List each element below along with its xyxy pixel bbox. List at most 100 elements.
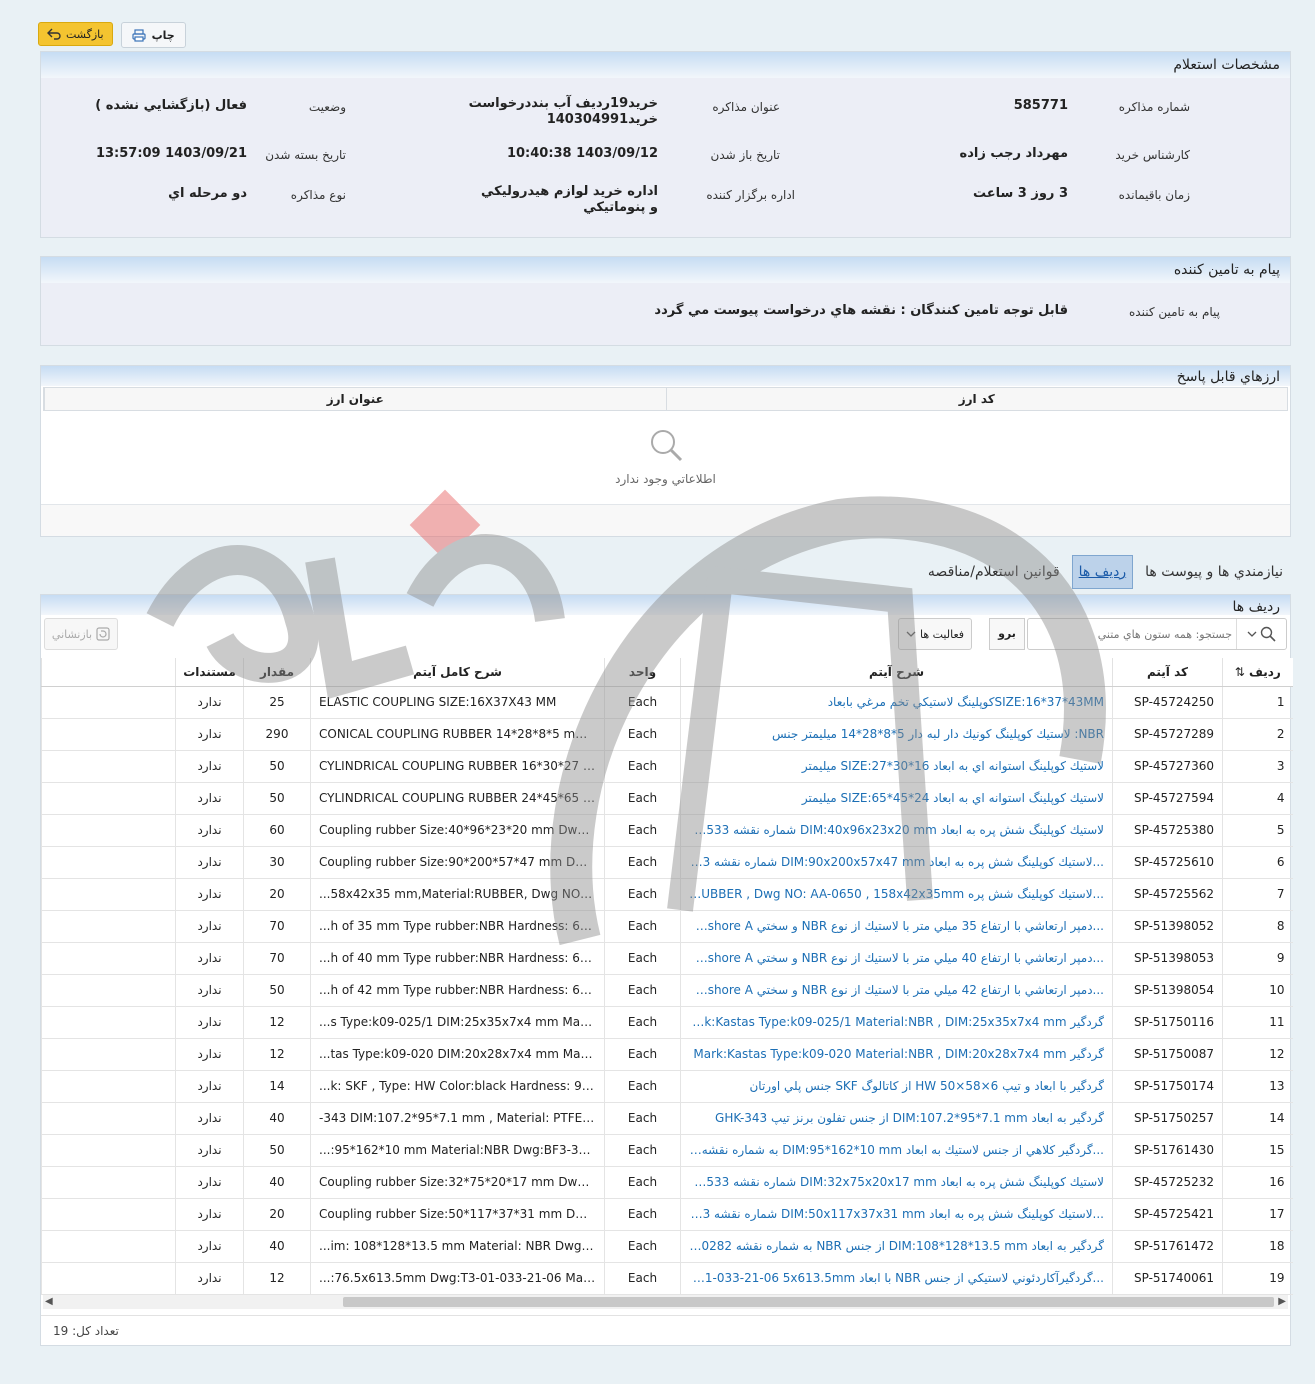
col-header-qty[interactable]: مقدار xyxy=(243,658,311,687)
col-header-row[interactable]: رديف ⇅ xyxy=(1222,658,1293,687)
item-description-link[interactable]: ...دمپر ارتعاشي با ارتفاع 40 ميلي متر با… xyxy=(680,942,1113,975)
back-button[interactable]: بازگشت xyxy=(38,22,113,46)
row-number: 1 xyxy=(1222,686,1293,719)
row-number: 13 xyxy=(1222,1070,1293,1103)
actions-button[interactable]: فعاليت ها xyxy=(898,618,972,650)
scroll-right-icon[interactable]: ▶ xyxy=(1278,1295,1286,1309)
item-description-link[interactable]: ...گردگيرآکاردئوني لاستيکي از جنس NBR با… xyxy=(680,1262,1113,1295)
col-header-code[interactable]: کد آيتم xyxy=(1112,658,1223,687)
item-description-link[interactable]: ...لاستيك كوپلينگ شش پره به ابعاد DIM:90… xyxy=(680,846,1113,879)
table-row[interactable]: 10 SP-51398054 ...دمپر ارتعاشي با ارتفاع 4… xyxy=(41,974,1293,1007)
item-documents: ندارد xyxy=(175,1166,244,1199)
table-row[interactable]: 19 SP-51740061 ...گردگيرآکاردئوني لاستيکي … xyxy=(41,1262,1293,1295)
items-search-input[interactable]: جستجو: همه ستون هاي متني xyxy=(1098,628,1236,641)
item-description-link[interactable]: ...لاستيك كوپلينگ شش پره Material:RUBBER… xyxy=(680,878,1113,911)
go-button[interactable]: برو xyxy=(989,618,1025,650)
tab-needs-attachments[interactable]: نيازمندي ها و پيوست ها xyxy=(1137,558,1291,586)
scroll-left-icon[interactable]: ◀ xyxy=(45,1295,53,1309)
item-description-link[interactable]: لاستيك كوپلينگ شش پره به ابعاد DIM:40x96… xyxy=(680,814,1113,847)
table-row[interactable]: 13 SP-51750174 گردگير با ابعاد و تيپ 6×58×… xyxy=(41,1070,1293,1103)
negotiation-number-value: 585771 xyxy=(1013,98,1068,113)
item-description-link[interactable]: ...لاستيك كوپلينگ شش پره به ابعاد DIM:50… xyxy=(680,1198,1113,1231)
items-search-box[interactable]: جستجو: همه ستون هاي متني xyxy=(1027,618,1287,650)
col-header-full-desc[interactable]: شرح کامل آيتم xyxy=(310,658,605,687)
item-description-link[interactable]: گردگير به ابعاد DIM:107.2*95*7.1 mm از ج… xyxy=(680,1102,1113,1135)
remaining-time-value: 3 روز 3 ساعت xyxy=(972,186,1068,201)
currency-code-header[interactable]: کد ارز xyxy=(665,388,1288,410)
item-documents: ندارد xyxy=(175,1198,244,1231)
item-code: SP-51398053 xyxy=(1112,942,1223,975)
item-unit: Each xyxy=(604,1070,681,1103)
tab-rules[interactable]: قوانين استعلام/مناقصه xyxy=(920,558,1068,586)
table-row[interactable]: 12 SP-51750087 گردگير Mark:Kastas Type:k09… xyxy=(41,1038,1293,1071)
item-quantity: 30 xyxy=(243,846,311,879)
restore-label: بازنشاني xyxy=(51,627,93,641)
item-description-link[interactable]: ...گردگير كلاهي از جنس لاستيك به ابعاد D… xyxy=(680,1134,1113,1167)
table-row[interactable]: 17 SP-45725421 ...لاستيك كوپلينگ شش پره به… xyxy=(41,1198,1293,1231)
item-description-link[interactable]: لاستيك كوپلينگ استوانه اي به ابعاد SIZE:… xyxy=(680,750,1113,783)
table-row[interactable]: 7SP-45725562...لاستيك كوپلينگ شش پره Mat… xyxy=(41,878,1293,911)
row-filler xyxy=(41,1166,176,1199)
item-description-link[interactable]: لاستيك كوپلينگ شش پره به ابعاد DIM:32x75… xyxy=(680,1166,1113,1199)
print-button[interactable]: چاپ xyxy=(120,22,186,48)
table-row[interactable]: 11 SP-51750116 گردگير Mark:Kastas Type:k09… xyxy=(41,1006,1293,1039)
search-options[interactable] xyxy=(1236,619,1286,649)
table-row[interactable]: 15 SP-51761430 ...گردگير كلاهي از جنس لاست… xyxy=(41,1134,1293,1167)
purchase-expert-label: کارشناس خريد xyxy=(1115,148,1190,162)
item-documents: ندارد xyxy=(175,1070,244,1103)
horizontal-scrollbar[interactable]: ◀ ▶ xyxy=(43,1295,1288,1309)
table-row[interactable]: 2 SP-45727289 NBR: لاستيك كوپلينگ كونيك دا… xyxy=(41,718,1293,751)
table-row[interactable]: 9 SP-51398053 ...دمپر ارتعاشي با ارتفاع 40… xyxy=(41,942,1293,975)
currency-table-header: کد ارز عنوان ارز xyxy=(43,387,1288,411)
table-row[interactable]: 3 SP-45727360 لاستيك كوپلينگ استوانه اي به… xyxy=(41,750,1293,783)
item-description-link[interactable]: ...دمپر ارتعاشي با ارتفاع 35 ميلي متر با… xyxy=(680,910,1113,943)
item-description-link[interactable]: لاستيك كوپلينگ استوانه اي به ابعاد SIZE:… xyxy=(680,782,1113,815)
item-description-link[interactable]: گردگير Mark:Kastas Type:k09-020 Material… xyxy=(680,1038,1113,1071)
row-number: 12 xyxy=(1222,1038,1293,1071)
item-unit: Each xyxy=(604,878,681,911)
table-row[interactable]: 5 SP-45725380 لاستيك كوپلينگ شش پره به ابع… xyxy=(41,814,1293,847)
table-row[interactable]: 14 SP-51750257 گردگير به ابعاد DIM:107.2*9… xyxy=(41,1102,1293,1135)
scrollbar-thumb[interactable] xyxy=(343,1297,1274,1307)
item-code: SP-51740061 xyxy=(1112,1262,1223,1295)
row-filler xyxy=(41,1102,176,1135)
row-filler xyxy=(41,1198,176,1231)
row-number: 19 xyxy=(1222,1262,1293,1295)
item-description-link[interactable]: SIZE:16*37*43MMکوپلينگ لاستيکي تخم مرغي … xyxy=(680,686,1113,719)
items-table-body: 1 SP-45724250 SIZE:16*37*43MMکوپلينگ لاستي… xyxy=(41,686,1293,1295)
item-description-link[interactable]: ...دمپر ارتعاشي با ارتفاع 42 ميلي متر با… xyxy=(680,974,1113,1007)
item-code: SP-45725610 xyxy=(1112,846,1223,879)
col-header-desc[interactable]: شرح آيتم xyxy=(680,658,1113,687)
item-description-link[interactable]: گردگير به ابعاد DIM:108*128*13.5 mm از ج… xyxy=(680,1230,1113,1263)
table-row[interactable]: 6 SP-45725610 ...لاستيك كوپلينگ شش پره به … xyxy=(41,846,1293,879)
inquiry-details-title: مشخصات استعلام xyxy=(41,52,1290,78)
item-description-link[interactable]: گردگير Mark:Kastas Type:k09-025/1 Materi… xyxy=(680,1006,1113,1039)
row-number: 10 xyxy=(1222,974,1293,1007)
organizer-value: اداره خريد لوازم هيدروليکي و پنوماتيکي xyxy=(481,184,658,215)
tab-rows[interactable]: رديف ها xyxy=(1071,555,1134,589)
table-row[interactable]: 8 SP-51398052 ...دمپر ارتعاشي با ارتفاع 35… xyxy=(41,910,1293,943)
item-unit: Each xyxy=(604,1262,681,1295)
item-quantity: 14 xyxy=(243,1070,311,1103)
row-filler xyxy=(41,878,176,911)
row-number: 3 xyxy=(1222,750,1293,783)
item-code: SP-51750174 xyxy=(1112,1070,1223,1103)
negotiation-title-label: عنوان مذاکره xyxy=(712,100,780,114)
currency-title-header[interactable]: عنوان ارز xyxy=(44,388,666,410)
row-number: 16 xyxy=(1222,1166,1293,1199)
items-title: رديف ها xyxy=(41,595,1290,615)
item-code: SP-45725562 xyxy=(1112,878,1223,911)
col-header-docs[interactable]: مستندات xyxy=(175,658,244,687)
item-description-link[interactable]: NBR: لاستيك كوپلينگ كونيك دار لبه دار 5*… xyxy=(680,718,1113,751)
item-unit: Each xyxy=(604,942,681,975)
item-full-description: Coupling rubber Size:32*75*20*17 mm Dwg:… xyxy=(310,1166,605,1199)
item-description-link[interactable]: گردگير با ابعاد و تيپ 6×58×50 HW از کاتا… xyxy=(680,1070,1113,1103)
items-table-header: رديف ⇅ کد آيتم شرح آيتم واحد شرح کامل آي… xyxy=(41,658,1293,687)
table-row[interactable]: 16 SP-45725232 لاستيك كوپلينگ شش پره به اب… xyxy=(41,1166,1293,1199)
table-row[interactable]: 4 SP-45727594 لاستيك كوپلينگ استوانه اي به… xyxy=(41,782,1293,815)
table-row[interactable]: 1 SP-45724250 SIZE:16*37*43MMکوپلينگ لاستي… xyxy=(41,686,1293,719)
restore-button[interactable]: بازنشاني xyxy=(44,618,118,650)
col-header-unit[interactable]: واحد xyxy=(604,658,681,687)
item-full-description: ...:95*162*10 mm Material:NBR Dwg:BF3-34… xyxy=(310,1134,605,1167)
table-row[interactable]: 18 SP-51761472 گردگير به ابعاد DIM:108*128… xyxy=(41,1230,1293,1263)
